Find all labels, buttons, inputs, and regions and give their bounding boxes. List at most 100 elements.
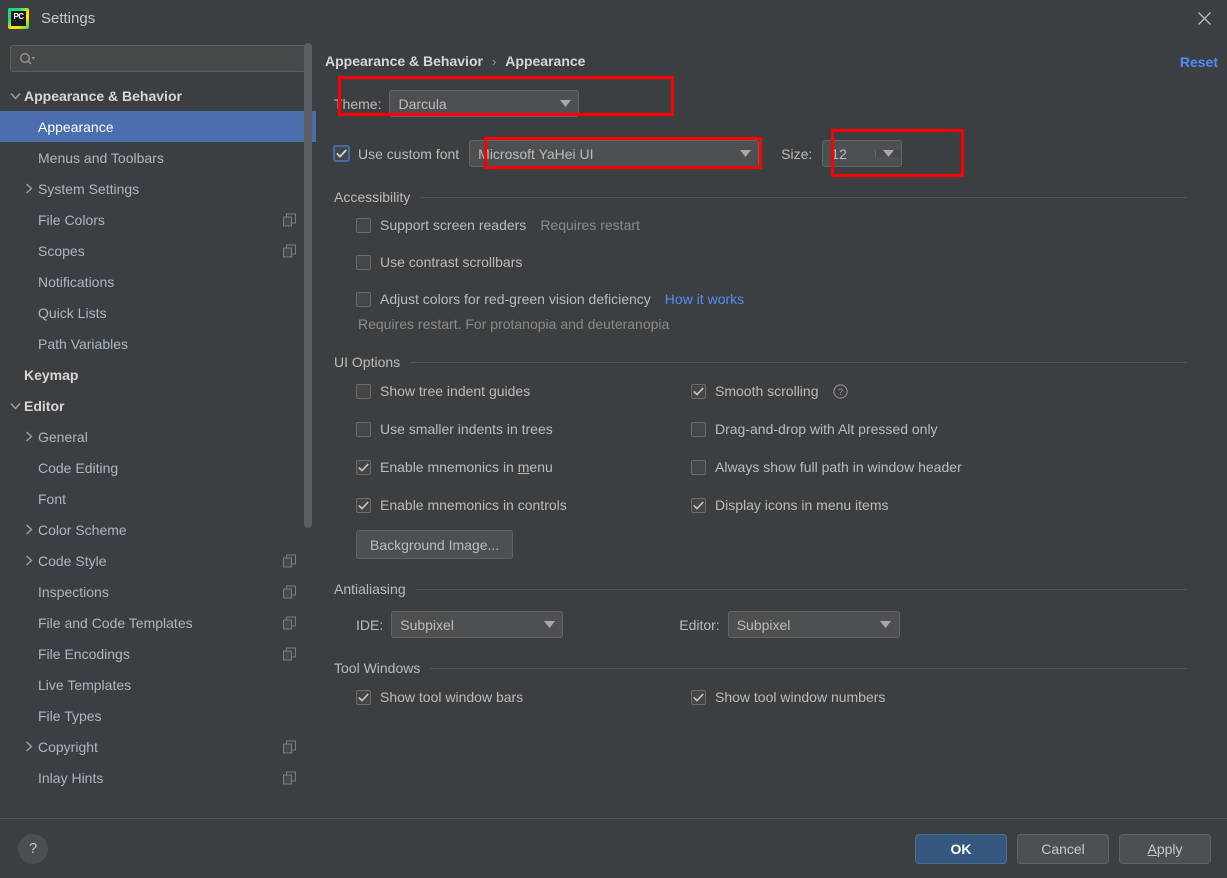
copy-settings-icon[interactable] bbox=[283, 554, 296, 567]
sidebar-item-scopes[interactable]: Scopes bbox=[0, 235, 316, 266]
breadcrumb: Appearance & Behavior › Appearance bbox=[325, 36, 1187, 69]
settings-tree[interactable]: Appearance & Behavior Appearance Menus and… bbox=[0, 80, 316, 807]
sidebar-item-live-templates[interactable]: Live Templates bbox=[0, 669, 316, 700]
reset-link[interactable]: Reset bbox=[1180, 54, 1218, 70]
sidebar-item-inlay-hints[interactable]: Inlay Hints bbox=[0, 762, 316, 793]
copy-settings-icon[interactable] bbox=[283, 616, 296, 629]
checkbox-display-icons-in-menu-items[interactable]: Display icons in menu items bbox=[691, 497, 889, 513]
sidebar-item-copyright[interactable]: Copyright bbox=[0, 731, 316, 762]
sidebar-item-inspections[interactable]: Inspections bbox=[0, 576, 316, 607]
sidebar-item-label: Color Scheme bbox=[38, 521, 127, 538]
sidebar-item-general[interactable]: General bbox=[0, 421, 316, 452]
theme-select[interactable]: Darcula bbox=[389, 90, 580, 117]
ide-antialiasing-select[interactable]: Subpixel bbox=[391, 611, 564, 638]
ui-option: Always show full path in window header bbox=[691, 459, 1187, 475]
chevron-down-icon[interactable] bbox=[6, 402, 24, 410]
checkbox-enable-mnemonics-in-controls[interactable]: Enable mnemonics in controls bbox=[356, 497, 567, 513]
accessibility-section: Accessibility Support screen readers Requ… bbox=[325, 189, 1187, 332]
sidebar-item-font[interactable]: Font bbox=[0, 483, 316, 514]
help-button[interactable]: ? bbox=[18, 833, 48, 864]
checkbox-label: Show tree indent guides bbox=[380, 383, 531, 399]
how-it-works-link[interactable]: How it works bbox=[665, 291, 744, 307]
use-custom-font-checkbox[interactable]: Use custom font bbox=[334, 146, 459, 162]
sidebar-item-color-scheme[interactable]: Color Scheme bbox=[0, 514, 316, 545]
copy-settings-icon[interactable] bbox=[283, 771, 296, 784]
show-tool-window-numbers-checkbox[interactable]: Show tool window numbers bbox=[691, 689, 1187, 705]
custom-font-row: Use custom font Microsoft YaHei UI Size:… bbox=[325, 140, 1187, 167]
sidebar-item-quick-lists[interactable]: Quick Lists bbox=[0, 297, 316, 328]
sidebar-item-system-settings[interactable]: System Settings bbox=[0, 173, 316, 204]
sidebar-item-code-style[interactable]: Code Style bbox=[0, 545, 316, 576]
checkbox-label: Adjust colors for red-green vision defic… bbox=[380, 291, 651, 307]
ok-button[interactable]: OK bbox=[915, 833, 1007, 864]
sidebar-item-partial[interactable] bbox=[0, 793, 316, 807]
sidebar-item-appearance-behavior[interactable]: Appearance & Behavior bbox=[0, 80, 316, 111]
sidebar-item-file-and-code-templates[interactable]: File and Code Templates bbox=[0, 607, 316, 638]
chevron-right-icon[interactable] bbox=[20, 524, 38, 535]
checkbox-adjust-colors-for-red-green-vision-deficiency[interactable]: Adjust colors for red-green vision defic… bbox=[356, 291, 651, 307]
checkbox-support-screen-readers[interactable]: Support screen readers bbox=[356, 217, 526, 233]
sidebar-scrollbar-thumb[interactable] bbox=[304, 43, 312, 528]
sidebar-item-notifications[interactable]: Notifications bbox=[0, 266, 316, 297]
ui-option: Smooth scrolling? bbox=[691, 383, 1187, 399]
close-icon[interactable] bbox=[1181, 0, 1227, 36]
copy-settings-icon[interactable] bbox=[283, 647, 296, 660]
checkbox-box bbox=[691, 689, 706, 705]
apply-button[interactable]: Apply bbox=[1119, 833, 1211, 864]
sidebar-item-editor[interactable]: Editor bbox=[0, 390, 316, 421]
search-input[interactable] bbox=[36, 51, 305, 66]
copy-settings-icon[interactable] bbox=[283, 244, 296, 257]
accessibility-sub-hint: Requires restart. For protanopia and deu… bbox=[358, 316, 670, 332]
font-family-select[interactable]: Microsoft YaHei UI bbox=[469, 140, 760, 167]
title-bar: PC Settings bbox=[0, 0, 1227, 36]
copy-settings-icon[interactable] bbox=[283, 740, 296, 753]
checkbox-use-smaller-indents-in-trees[interactable]: Use smaller indents in trees bbox=[356, 421, 553, 437]
chevron-down-icon[interactable] bbox=[875, 150, 902, 157]
cancel-button[interactable]: Cancel bbox=[1017, 833, 1109, 864]
checkbox-drag-and-drop-with-alt-pressed-only[interactable]: Drag-and-drop with Alt pressed only bbox=[691, 421, 938, 437]
copy-settings-icon[interactable] bbox=[283, 585, 296, 598]
sidebar-item-label: File Types bbox=[38, 707, 102, 724]
editor-antialiasing-select[interactable]: Subpixel bbox=[727, 611, 900, 638]
background-image-button[interactable]: Background Image... bbox=[356, 530, 514, 559]
checkbox-enable-mnemonics-in-menu[interactable]: Enable mnemonics in menu bbox=[356, 459, 553, 475]
checkbox-label: Enable mnemonics in menu bbox=[380, 459, 553, 475]
ui-option: Enable mnemonics in menu bbox=[356, 459, 691, 475]
chevron-right-icon[interactable] bbox=[20, 741, 38, 752]
checkbox-always-show-full-path-in-window-header[interactable]: Always show full path in window header bbox=[691, 459, 962, 475]
sidebar-scrollbar-track[interactable] bbox=[304, 43, 312, 535]
checkbox-label: Always show full path in window header bbox=[715, 459, 962, 475]
checkbox-use-contrast-scrollbars[interactable]: Use contrast scrollbars bbox=[356, 254, 522, 270]
checkbox-label: Enable mnemonics in controls bbox=[380, 497, 567, 513]
help-icon[interactable]: ? bbox=[832, 383, 848, 399]
font-size-select[interactable]: 12 bbox=[822, 140, 903, 167]
sidebar-item-keymap[interactable]: Keymap bbox=[0, 359, 316, 390]
sidebar-item-file-encodings[interactable]: File Encodings bbox=[0, 638, 316, 669]
checkbox-smooth-scrolling[interactable]: Smooth scrolling bbox=[691, 383, 819, 399]
checkbox-show-tree-indent-guides[interactable]: Show tree indent guides bbox=[356, 383, 530, 399]
sidebar-item-menus-and-toolbars[interactable]: Menus and Toolbars bbox=[0, 142, 316, 173]
breadcrumb-parent[interactable]: Appearance & Behavior bbox=[325, 53, 483, 69]
sidebar-item-code-editing[interactable]: Code Editing bbox=[0, 452, 316, 483]
sidebar-item-label: Code Style bbox=[38, 552, 107, 569]
copy-settings-icon[interactable] bbox=[283, 213, 296, 226]
chevron-down-icon[interactable] bbox=[6, 92, 24, 100]
antialiasing-row: IDE: Subpixel Editor: Subpixel bbox=[334, 611, 1187, 638]
sidebar-item-label: General bbox=[38, 428, 88, 445]
ui-option: Show tree indent guides bbox=[356, 383, 691, 399]
sidebar-item-file-types[interactable]: File Types bbox=[0, 700, 316, 731]
chevron-right-icon[interactable] bbox=[20, 555, 38, 566]
ui-options-section: UI Options Show tree indent guides Smooth… bbox=[325, 354, 1187, 559]
window-title: Settings bbox=[41, 9, 96, 27]
chevron-right-icon[interactable] bbox=[20, 183, 38, 194]
show-tool-window-bars-checkbox[interactable]: Show tool window bars bbox=[356, 689, 691, 705]
sidebar-item-label: Appearance & Behavior bbox=[24, 87, 182, 104]
sidebar-item-file-colors[interactable]: File Colors bbox=[0, 204, 316, 235]
sidebar-item-appearance[interactable]: Appearance bbox=[0, 111, 316, 142]
chevron-right-icon[interactable] bbox=[20, 431, 38, 442]
search-box[interactable] bbox=[10, 45, 306, 72]
chevron-down-icon bbox=[552, 100, 578, 107]
sidebar-item-label: Menus and Toolbars bbox=[38, 149, 164, 166]
antialiasing-section: Antialiasing IDE: Subpixel Editor: Subpi… bbox=[325, 581, 1187, 638]
sidebar-item-path-variables[interactable]: Path Variables bbox=[0, 328, 316, 359]
